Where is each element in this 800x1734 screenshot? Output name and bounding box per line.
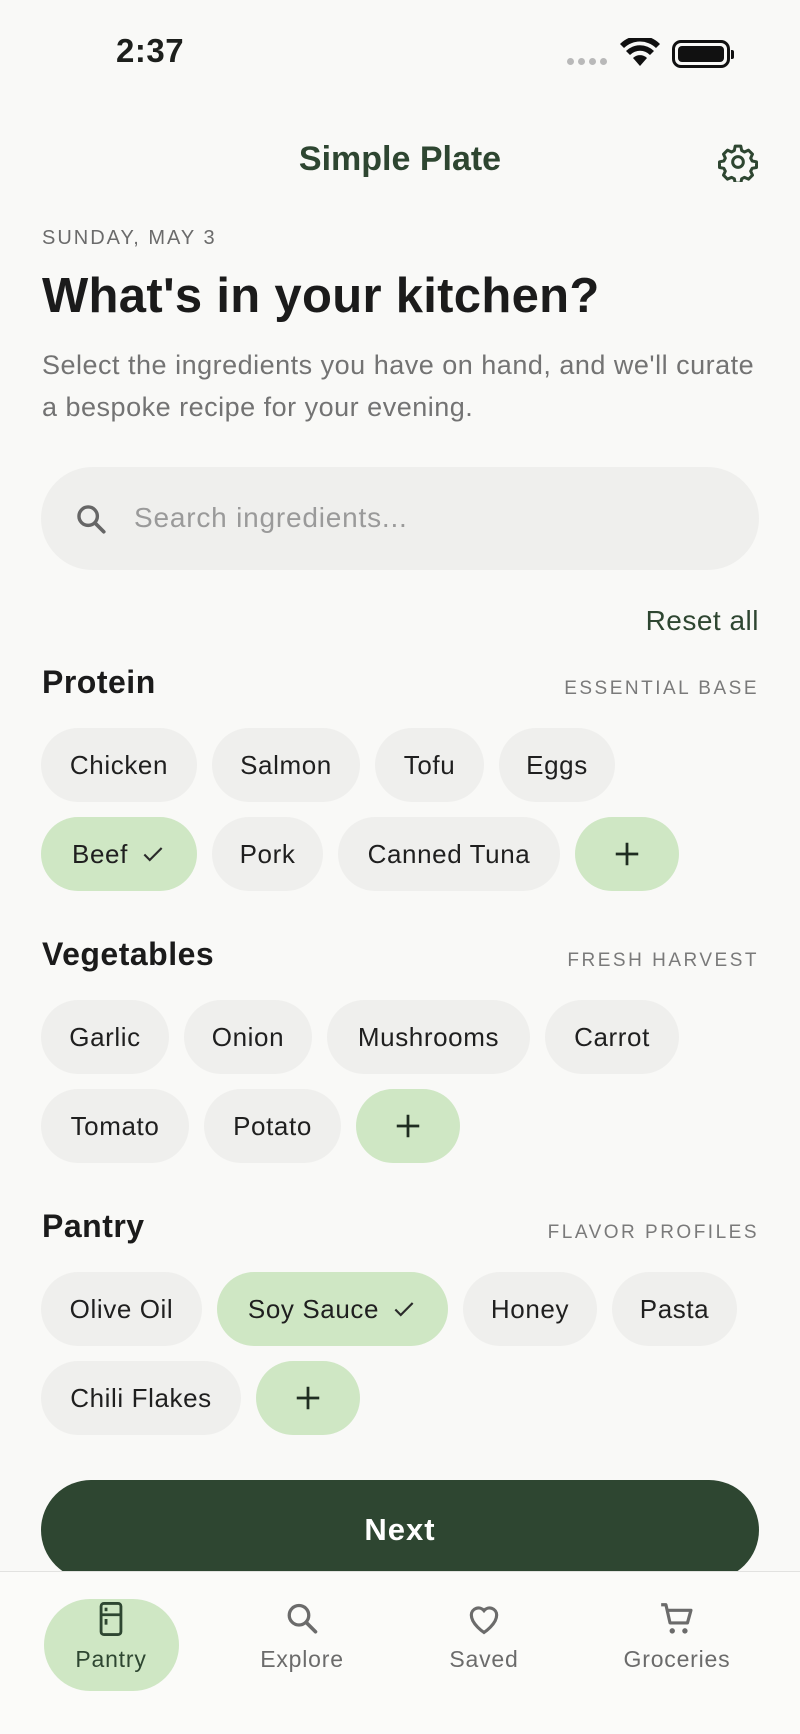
check-icon	[143, 847, 163, 862]
chip-garlic[interactable]: Garlic	[41, 1000, 169, 1074]
date-label: SUNDAY, MAY 3	[42, 227, 217, 249]
search-icon	[77, 505, 106, 534]
cart-icon	[661, 1603, 693, 1634]
chip-pasta[interactable]: Pasta	[612, 1272, 737, 1346]
section-tag-pantry: FLAVOR PROFILES	[547, 1222, 759, 1243]
add-protein-button[interactable]	[575, 817, 679, 891]
chip-mushrooms[interactable]: Mushrooms	[327, 1000, 530, 1074]
nav-groceries[interactable]: Groceries	[597, 1600, 757, 1673]
nav-saved[interactable]: Saved	[404, 1600, 564, 1673]
section-title-protein: Protein	[42, 664, 156, 700]
chip-chicken[interactable]: Chicken	[41, 728, 197, 802]
add-vegetable-button[interactable]	[356, 1089, 460, 1163]
bottom-nav: Pantry Explore Saved Groceries	[0, 1571, 800, 1734]
nav-pantry[interactable]: Pantry	[31, 1600, 191, 1673]
cellular-signal-icon	[567, 58, 609, 66]
section-tag-vegetables: FRESH HARVEST	[567, 950, 759, 971]
search-icon	[287, 1603, 318, 1634]
check-icon	[394, 1302, 414, 1317]
gear-icon[interactable]	[718, 142, 758, 182]
search-input[interactable]	[134, 487, 734, 549]
plus-icon	[396, 1114, 420, 1138]
reset-all-button[interactable]: Reset all	[646, 605, 759, 637]
chip-soy-sauce[interactable]: Soy Sauce	[217, 1272, 448, 1346]
plus-icon	[615, 842, 639, 866]
chip-chili-flakes[interactable]: Chili Flakes	[41, 1361, 241, 1435]
next-button[interactable]: Next	[41, 1480, 759, 1580]
section-tag-protein: ESSENTIAL BASE	[564, 678, 759, 699]
chip-tomato[interactable]: Tomato	[41, 1089, 189, 1163]
chip-potato[interactable]: Potato	[204, 1089, 341, 1163]
section-title-vegetables: Vegetables	[42, 936, 215, 972]
chip-olive-oil[interactable]: Olive Oil	[41, 1272, 202, 1346]
nav-explore[interactable]: Explore	[222, 1600, 382, 1673]
add-pantry-button[interactable]	[256, 1361, 360, 1435]
chip-pork[interactable]: Pork	[212, 817, 323, 891]
page-title: What's in your kitchen?	[42, 269, 600, 323]
plus-icon	[296, 1386, 320, 1410]
chip-eggs[interactable]: Eggs	[499, 728, 615, 802]
chip-canned-tuna[interactable]: Canned Tuna	[338, 817, 560, 891]
status-time: 2:37	[116, 32, 185, 69]
chip-honey[interactable]: Honey	[463, 1272, 597, 1346]
chip-onion[interactable]: Onion	[184, 1000, 312, 1074]
wifi-icon	[620, 38, 660, 66]
fridge-icon	[99, 1602, 123, 1636]
page-subtitle: Select the ingredients you have on hand,…	[42, 350, 755, 422]
section-title-pantry: Pantry	[42, 1208, 145, 1244]
app-title: Simple Plate	[298, 140, 502, 178]
chip-salmon[interactable]: Salmon	[212, 728, 360, 802]
chip-beef[interactable]: Beef	[41, 817, 197, 891]
chip-carrot[interactable]: Carrot	[545, 1000, 679, 1074]
heart-icon	[469, 1606, 499, 1635]
chip-tofu[interactable]: Tofu	[375, 728, 484, 802]
battery-icon	[672, 40, 734, 68]
